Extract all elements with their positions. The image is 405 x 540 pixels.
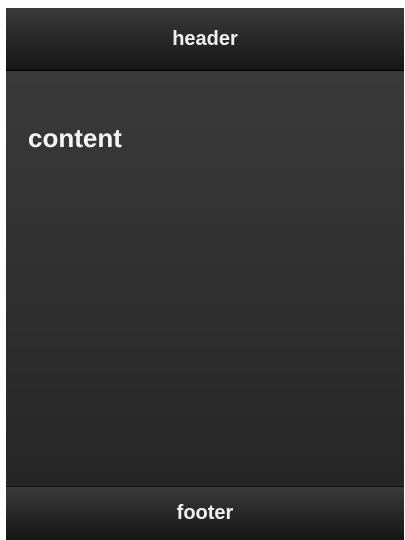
footer-title: footer — [176, 502, 234, 524]
footer-bar: footer — [6, 486, 404, 540]
app-frame: header content footer — [6, 8, 404, 540]
content-text: content — [28, 123, 122, 153]
content-area: content — [6, 71, 404, 486]
header-bar: header — [6, 8, 404, 71]
header-title: header — [172, 27, 238, 50]
